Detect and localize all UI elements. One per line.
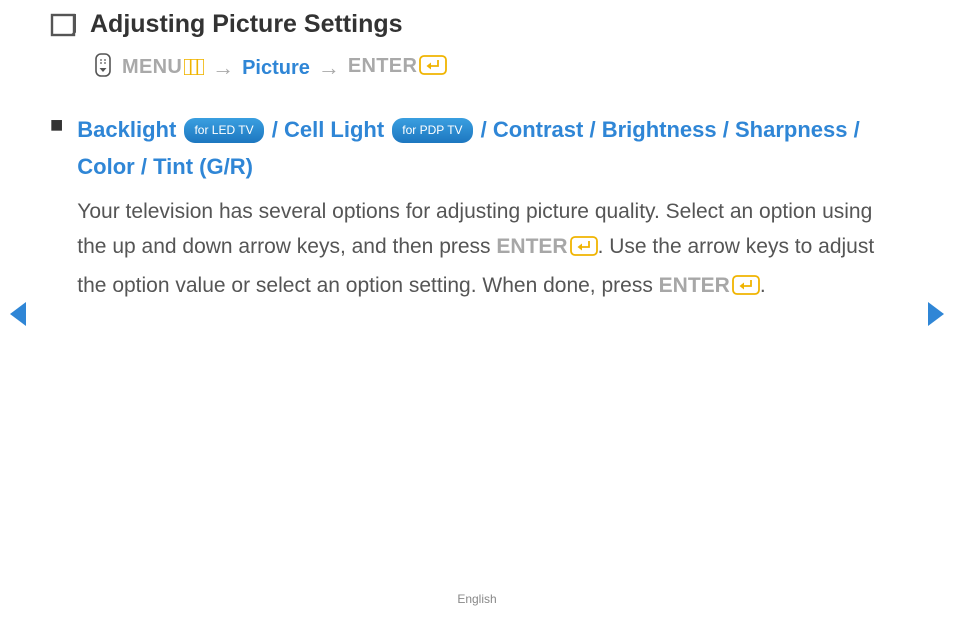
option-heading: Backlight for LED TV / Cell Light for PD…: [77, 111, 904, 186]
enter-text: ENTER: [348, 55, 417, 77]
arrow-icon: →: [318, 55, 340, 81]
inline-enter-2: ENTER: [659, 274, 730, 297]
separator: /: [272, 117, 284, 142]
picture-label: Picture: [242, 57, 310, 80]
manual-page: Adjusting Picture Settings MENU → Pictur…: [0, 0, 954, 624]
opt-tint: Tint (G/R): [153, 154, 253, 179]
menu-grid-icon: [184, 58, 204, 81]
page-title: Adjusting Picture Settings: [90, 10, 403, 39]
breadcrumb: MENU → Picture → ENTER: [94, 53, 904, 83]
separator: /: [141, 154, 153, 179]
menu-text: MENU: [122, 56, 182, 78]
separator: /: [854, 117, 860, 142]
separator: /: [723, 117, 735, 142]
title-row: Adjusting Picture Settings: [50, 10, 904, 39]
body-paragraph: Your television has several options for …: [77, 194, 904, 307]
badge-led: for LED TV: [184, 118, 263, 143]
footer-language: English: [0, 592, 954, 606]
enter-icon: [419, 55, 447, 81]
prev-page-button[interactable]: [6, 300, 28, 333]
book-icon: [50, 13, 76, 37]
enter-icon: [732, 271, 760, 307]
arrow-icon: →: [212, 55, 234, 81]
bullet-icon: ■: [50, 111, 63, 140]
body-part3: .: [760, 274, 766, 297]
badge-pdp: for PDP TV: [392, 118, 472, 143]
next-page-button[interactable]: [926, 300, 948, 333]
opt-sharpness: Sharpness: [735, 117, 848, 142]
section-body: Backlight for LED TV / Cell Light for PD…: [77, 111, 904, 307]
inline-enter-1: ENTER: [496, 235, 567, 258]
section: ■ Backlight for LED TV / Cell Light for …: [50, 111, 904, 307]
opt-brightness: Brightness: [602, 117, 717, 142]
menu-label: MENU: [122, 56, 204, 81]
separator: /: [589, 117, 601, 142]
opt-contrast: Contrast: [493, 117, 583, 142]
enter-icon: [570, 232, 598, 268]
remote-icon: [94, 53, 112, 83]
enter-label: ENTER: [348, 55, 447, 81]
opt-color: Color: [77, 154, 134, 179]
opt-backlight: Backlight: [77, 117, 176, 142]
opt-cell-light: Cell Light: [284, 117, 384, 142]
separator: /: [481, 117, 493, 142]
